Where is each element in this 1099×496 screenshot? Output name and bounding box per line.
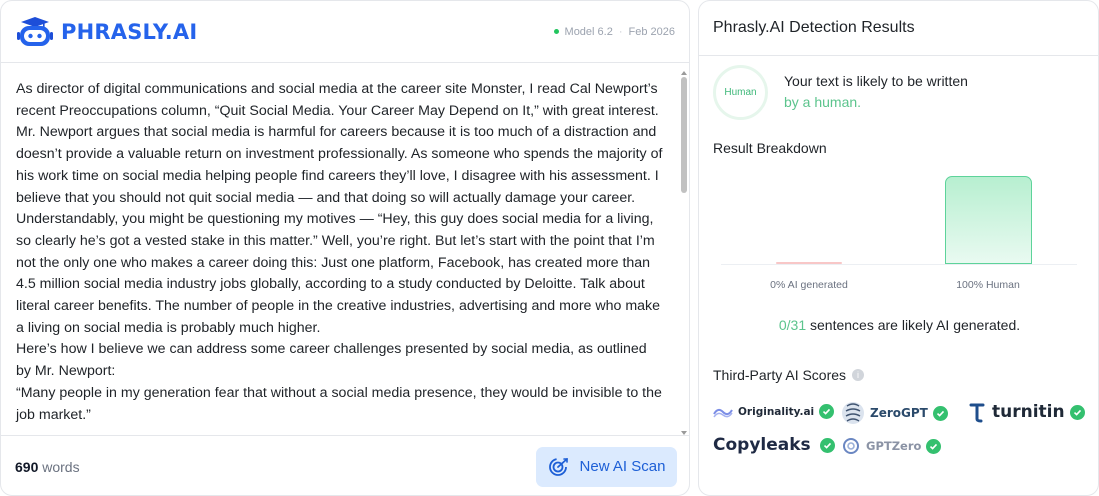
paragraph: As director of digital communications an… <box>16 81 663 206</box>
score-copyleaks: Copyleaks <box>713 435 835 455</box>
text-content[interactable]: As director of digital communications an… <box>1 63 689 426</box>
new-ai-scan-button[interactable]: New AI Scan <box>536 446 677 487</box>
status-dot-icon <box>553 29 559 34</box>
text-input-area[interactable]: As director of digital communications an… <box>1 63 689 435</box>
score-originality: Originality.ai <box>713 404 835 419</box>
provider-name: ZeroGPT <box>870 406 928 420</box>
third-party-title: Third-Party AI Scores i <box>713 367 865 383</box>
sentence-text-end: AI generated. <box>936 317 1021 333</box>
provider-name: turnitin <box>992 402 1065 422</box>
info-icon[interactable]: i <box>852 369 865 381</box>
check-icon <box>819 404 835 419</box>
score-turnitin: turnitin <box>969 401 1085 423</box>
scan-button-label: New AI Scan <box>579 458 666 475</box>
robot-logo-icon <box>17 16 53 46</box>
originality-logo-icon <box>713 408 733 417</box>
scroll-up-icon[interactable] <box>681 71 687 75</box>
turnitin-logo-icon <box>969 403 985 423</box>
editor-panel: PHRASLY.AI Model 6.2 · Feb 2026 As direc… <box>0 0 690 496</box>
brand-logo[interactable]: PHRASLY.AI <box>15 14 197 50</box>
provider-name: Originality.ai <box>738 405 815 418</box>
editor-header: PHRASLY.AI Model 6.2 · Feb 2026 <box>1 1 689 63</box>
result-breakdown-chart: 0% AI generated 100% Human <box>721 167 1077 292</box>
results-title: Phrasly.AI Detection Results <box>699 1 1098 56</box>
check-icon <box>819 437 835 453</box>
sentence-summary: 0/31 sentences are likely AI generated. <box>699 317 1098 333</box>
paragraph: “Many people in my generation fear that … <box>16 384 662 423</box>
scan-target-icon <box>548 457 568 476</box>
scroll-thumb[interactable] <box>681 77 687 193</box>
human-bar-label: 100% Human <box>956 279 1020 291</box>
sentence-count: 0/31 <box>778 317 807 333</box>
word-count-unit: words <box>42 458 80 475</box>
score-zerogpt: ZeroGPT <box>841 400 948 426</box>
ai-bar-label: 0% AI generated <box>770 279 848 291</box>
scrollbar[interactable] <box>680 71 689 435</box>
provider-name: Copyleaks <box>713 435 811 455</box>
editor-footer: 690 words New AI Scan <box>1 435 689 495</box>
human-bar <box>945 176 1032 264</box>
model-version: Model 6.2 <box>564 25 613 38</box>
model-date: Feb 2026 <box>628 25 675 38</box>
model-info: Model 6.2 · Feb 2026 <box>553 25 675 38</box>
word-count-value: 690 <box>15 458 39 475</box>
verdict-result: by a human. <box>784 94 862 110</box>
word-count: 690 words <box>15 459 80 475</box>
breakdown-title: Result Breakdown <box>713 140 827 156</box>
separator: · <box>618 25 623 38</box>
verdict-text: Your text is likely to be written <box>784 73 968 89</box>
zerogpt-logo-icon <box>842 402 864 424</box>
check-icon <box>926 438 942 454</box>
logo-text: PHRASLY.AI <box>61 19 198 44</box>
results-panel: Phrasly.AI Detection Results Human Your … <box>698 0 1099 496</box>
paragraph: Understandably, you might be questioning… <box>16 211 661 336</box>
gptzero-logo-icon <box>843 438 859 454</box>
score-gptzero: GPTZero <box>841 436 942 456</box>
chart-baseline <box>721 264 1077 265</box>
third-party-label: Third-Party AI Scores <box>713 367 847 383</box>
check-icon <box>1069 404 1085 420</box>
check-icon <box>932 405 948 421</box>
paragraph: Here’s how I believe we can address some… <box>16 341 647 380</box>
ai-bar <box>776 262 842 264</box>
human-badge: Human <box>713 65 768 120</box>
sentence-text: sentences are likely <box>810 317 933 333</box>
provider-name: GPTZero <box>866 439 922 453</box>
verdict: Human Your text is likely to be written … <box>713 65 1093 120</box>
